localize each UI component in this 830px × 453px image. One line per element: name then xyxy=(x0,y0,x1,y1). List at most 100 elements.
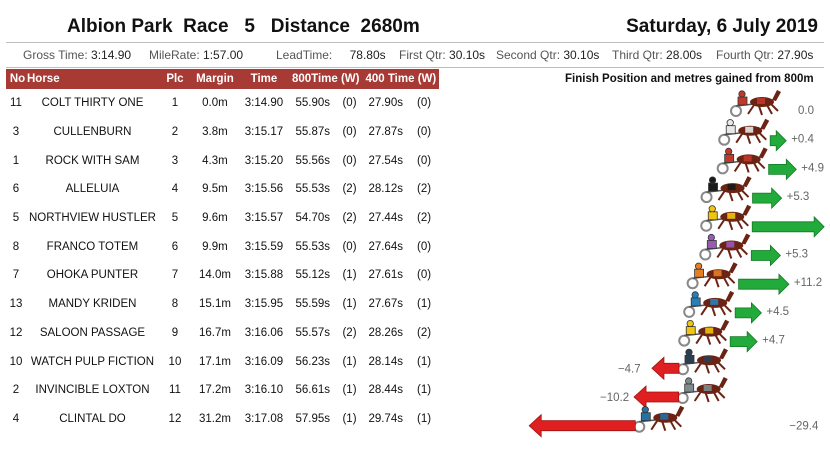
fourth-qtr-stat: Fourth Qtr: 27.90s xyxy=(716,48,813,62)
result-row[interactable]: 4 CLINTAL DO 12 31.2m 3:17.08 57.95s (1) 29.74s… xyxy=(6,405,439,434)
first-qtr-label: First Qtr: xyxy=(399,48,446,62)
saddle-cloth xyxy=(757,98,765,104)
second-qtr-stat: Second Qtr: 30.10s xyxy=(496,48,599,62)
horse-head xyxy=(741,233,751,245)
time-800-cell: 55.59s xyxy=(295,298,330,311)
result-row[interactable]: 13 MANDY KRIDEN 8 15.1m 3:15.95 55.59s (1) 27.6… xyxy=(6,290,439,319)
horse-no-cell: 7 xyxy=(12,269,20,282)
gross-time-label: Gross Time: xyxy=(23,48,88,62)
horse-marker xyxy=(700,176,752,204)
horse-head xyxy=(718,348,728,360)
horse-name-cell: INVINCIBLE LOXTON xyxy=(35,384,150,397)
finish-time-cell: 3:15.20 xyxy=(244,154,284,167)
horse-no-cell: 8 xyxy=(12,240,20,253)
result-row[interactable]: 5 NORTHVIEW HUSTLER 5 9.6m 3:15.57 54.70s (2) 2… xyxy=(6,204,439,233)
driver-helmet xyxy=(641,406,649,414)
finish-time-cell: 3:15.88 xyxy=(244,269,284,282)
place-cell: 3 xyxy=(171,154,179,167)
saddle-cloth xyxy=(660,413,669,420)
col-header-time: Time xyxy=(238,69,289,89)
finish-time-cell: 3:15.17 xyxy=(244,126,284,139)
gain-label: +4.7 xyxy=(762,335,785,347)
finish-time-cell: 3:16.10 xyxy=(244,384,284,397)
wide-800-cell: (2) xyxy=(342,326,357,339)
loss-arrow xyxy=(528,413,636,438)
time-800-cell: 55.87s xyxy=(295,126,330,139)
mile-rate-value: 1:57.00 xyxy=(203,48,244,62)
result-row[interactable]: 12 SALOON PASSAGE 9 16.7m 3:16.06 55.57s (2) 28… xyxy=(6,319,439,348)
sulky-wheel-icon xyxy=(676,363,689,376)
result-row[interactable]: 7 OHOKA PUNTER 7 14.0m 3:15.88 55.12s (1) 27.61… xyxy=(6,261,439,290)
place-cell: 11 xyxy=(168,384,181,397)
third-qtr-value: 28.00s xyxy=(666,48,703,62)
result-row[interactable]: 2 INVINCIBLE LOXTON 11 17.2m 3:16.10 56.61s (1… xyxy=(6,376,439,405)
margin-cell: 16.7m xyxy=(198,326,231,339)
horse-marker xyxy=(676,348,728,376)
second-qtr-label: Second Qtr: xyxy=(496,48,561,62)
margin-cell: 14.0m xyxy=(198,269,231,282)
gain-chart: 0.0+0.4+4.9+5.3+17.2+5.3+11.2+4.5+4.7−4.… xyxy=(528,90,830,438)
gain-label: +5.3 xyxy=(785,249,808,261)
result-row[interactable]: 1 ROCK WITH SAM 3 4.3m 3:15.20 55.56s (0) 27.54… xyxy=(6,146,439,175)
time-400-cell: 27.87s xyxy=(368,126,403,139)
sulky-wheel-icon xyxy=(700,219,713,232)
place-cell: 8 xyxy=(171,298,179,311)
lead-time-label: LeadTime: xyxy=(276,48,333,62)
driver-silks xyxy=(684,354,695,364)
gain-arrow xyxy=(729,330,758,353)
horse-no-cell: 2 xyxy=(12,384,20,397)
driver-silks xyxy=(724,154,735,163)
saddle-cloth xyxy=(743,155,752,162)
horse-head xyxy=(728,262,738,274)
time-400-cell: 28.44s xyxy=(368,384,403,397)
driver-silks xyxy=(708,182,718,192)
time-800-cell: 55.56s xyxy=(295,154,330,167)
horse-no-cell: 13 xyxy=(9,298,23,311)
horse-head xyxy=(742,204,752,216)
wide-800-cell: (0) xyxy=(342,154,357,167)
driver-silks xyxy=(640,412,651,422)
horse-marker xyxy=(678,319,730,347)
fourth-qtr-value: 27.90s xyxy=(777,48,814,62)
driver-silks xyxy=(707,211,718,221)
third-qtr-stat: Third Qtr: 28.00s xyxy=(612,48,702,62)
result-row[interactable]: 10 WATCH PULP FICTION 10 17.1m 3:16.09 56.23s… xyxy=(6,347,439,376)
place-cell: 4 xyxy=(171,183,179,196)
horse-marker xyxy=(730,90,781,117)
time-400-cell: 27.90s xyxy=(368,97,403,110)
col-header-margin: Margin xyxy=(190,69,239,89)
driver-silks xyxy=(684,383,695,393)
place-cell: 12 xyxy=(168,412,182,425)
lead-time-value: 78.80s xyxy=(349,48,386,62)
horse-marker xyxy=(700,204,752,232)
gain-label: −29.4 xyxy=(789,421,819,433)
driver-helmet xyxy=(686,320,694,328)
saddle-cloth xyxy=(703,385,712,391)
gain-label: +4.9 xyxy=(801,162,824,174)
result-row[interactable]: 11 COLT THIRTY ONE 1 0.0m 3:14.90 55.90s (0) 27… xyxy=(6,89,439,118)
finish-time-cell: 3:15.59 xyxy=(244,240,284,253)
time-800-cell: 55.12s xyxy=(295,269,330,282)
result-row[interactable]: 8 FRANCO TOTEM 6 9.9m 3:15.59 55.53s (0) 27.64s… xyxy=(6,232,439,261)
time-400-cell: 29.74s xyxy=(368,412,403,425)
time-400-cell: 27.67s xyxy=(368,298,403,311)
loss-arrow xyxy=(651,356,680,381)
saddle-cloth xyxy=(727,184,736,191)
wide-800-cell: (1) xyxy=(342,355,357,368)
time-800-cell: 55.57s xyxy=(295,326,330,339)
race-title: Albion Park Race 5 Distance 2680m xyxy=(67,16,420,37)
gain-arrow xyxy=(752,187,783,210)
sulky-wheel-icon xyxy=(700,191,713,204)
mile-rate-label: MileRate: xyxy=(149,48,200,62)
results-body: 11 COLT THIRTY ONE 1 0.0m 3:14.90 55.90s (0) 27… xyxy=(6,89,439,433)
gain-label: 0.0 xyxy=(798,105,814,117)
result-row[interactable]: 3 CULLENBURN 2 3.8m 3:15.17 55.87s (0) 27.87s (0… xyxy=(6,118,439,147)
horse-name-cell: CULLENBURN xyxy=(53,126,132,139)
first-qtr-value: 30.10s xyxy=(449,48,486,62)
driver-helmet xyxy=(708,205,716,213)
margin-cell: 9.9m xyxy=(202,240,228,253)
horse-no-cell: 5 xyxy=(12,212,20,225)
result-row[interactable]: 6 ALLELUIA 4 9.5m 3:15.56 55.53s (2) 28.12s (2) xyxy=(6,175,439,204)
results-header-row: No Horse Plc Margin Time 800Time (W) 400… xyxy=(6,69,440,89)
horse-head xyxy=(758,147,768,159)
